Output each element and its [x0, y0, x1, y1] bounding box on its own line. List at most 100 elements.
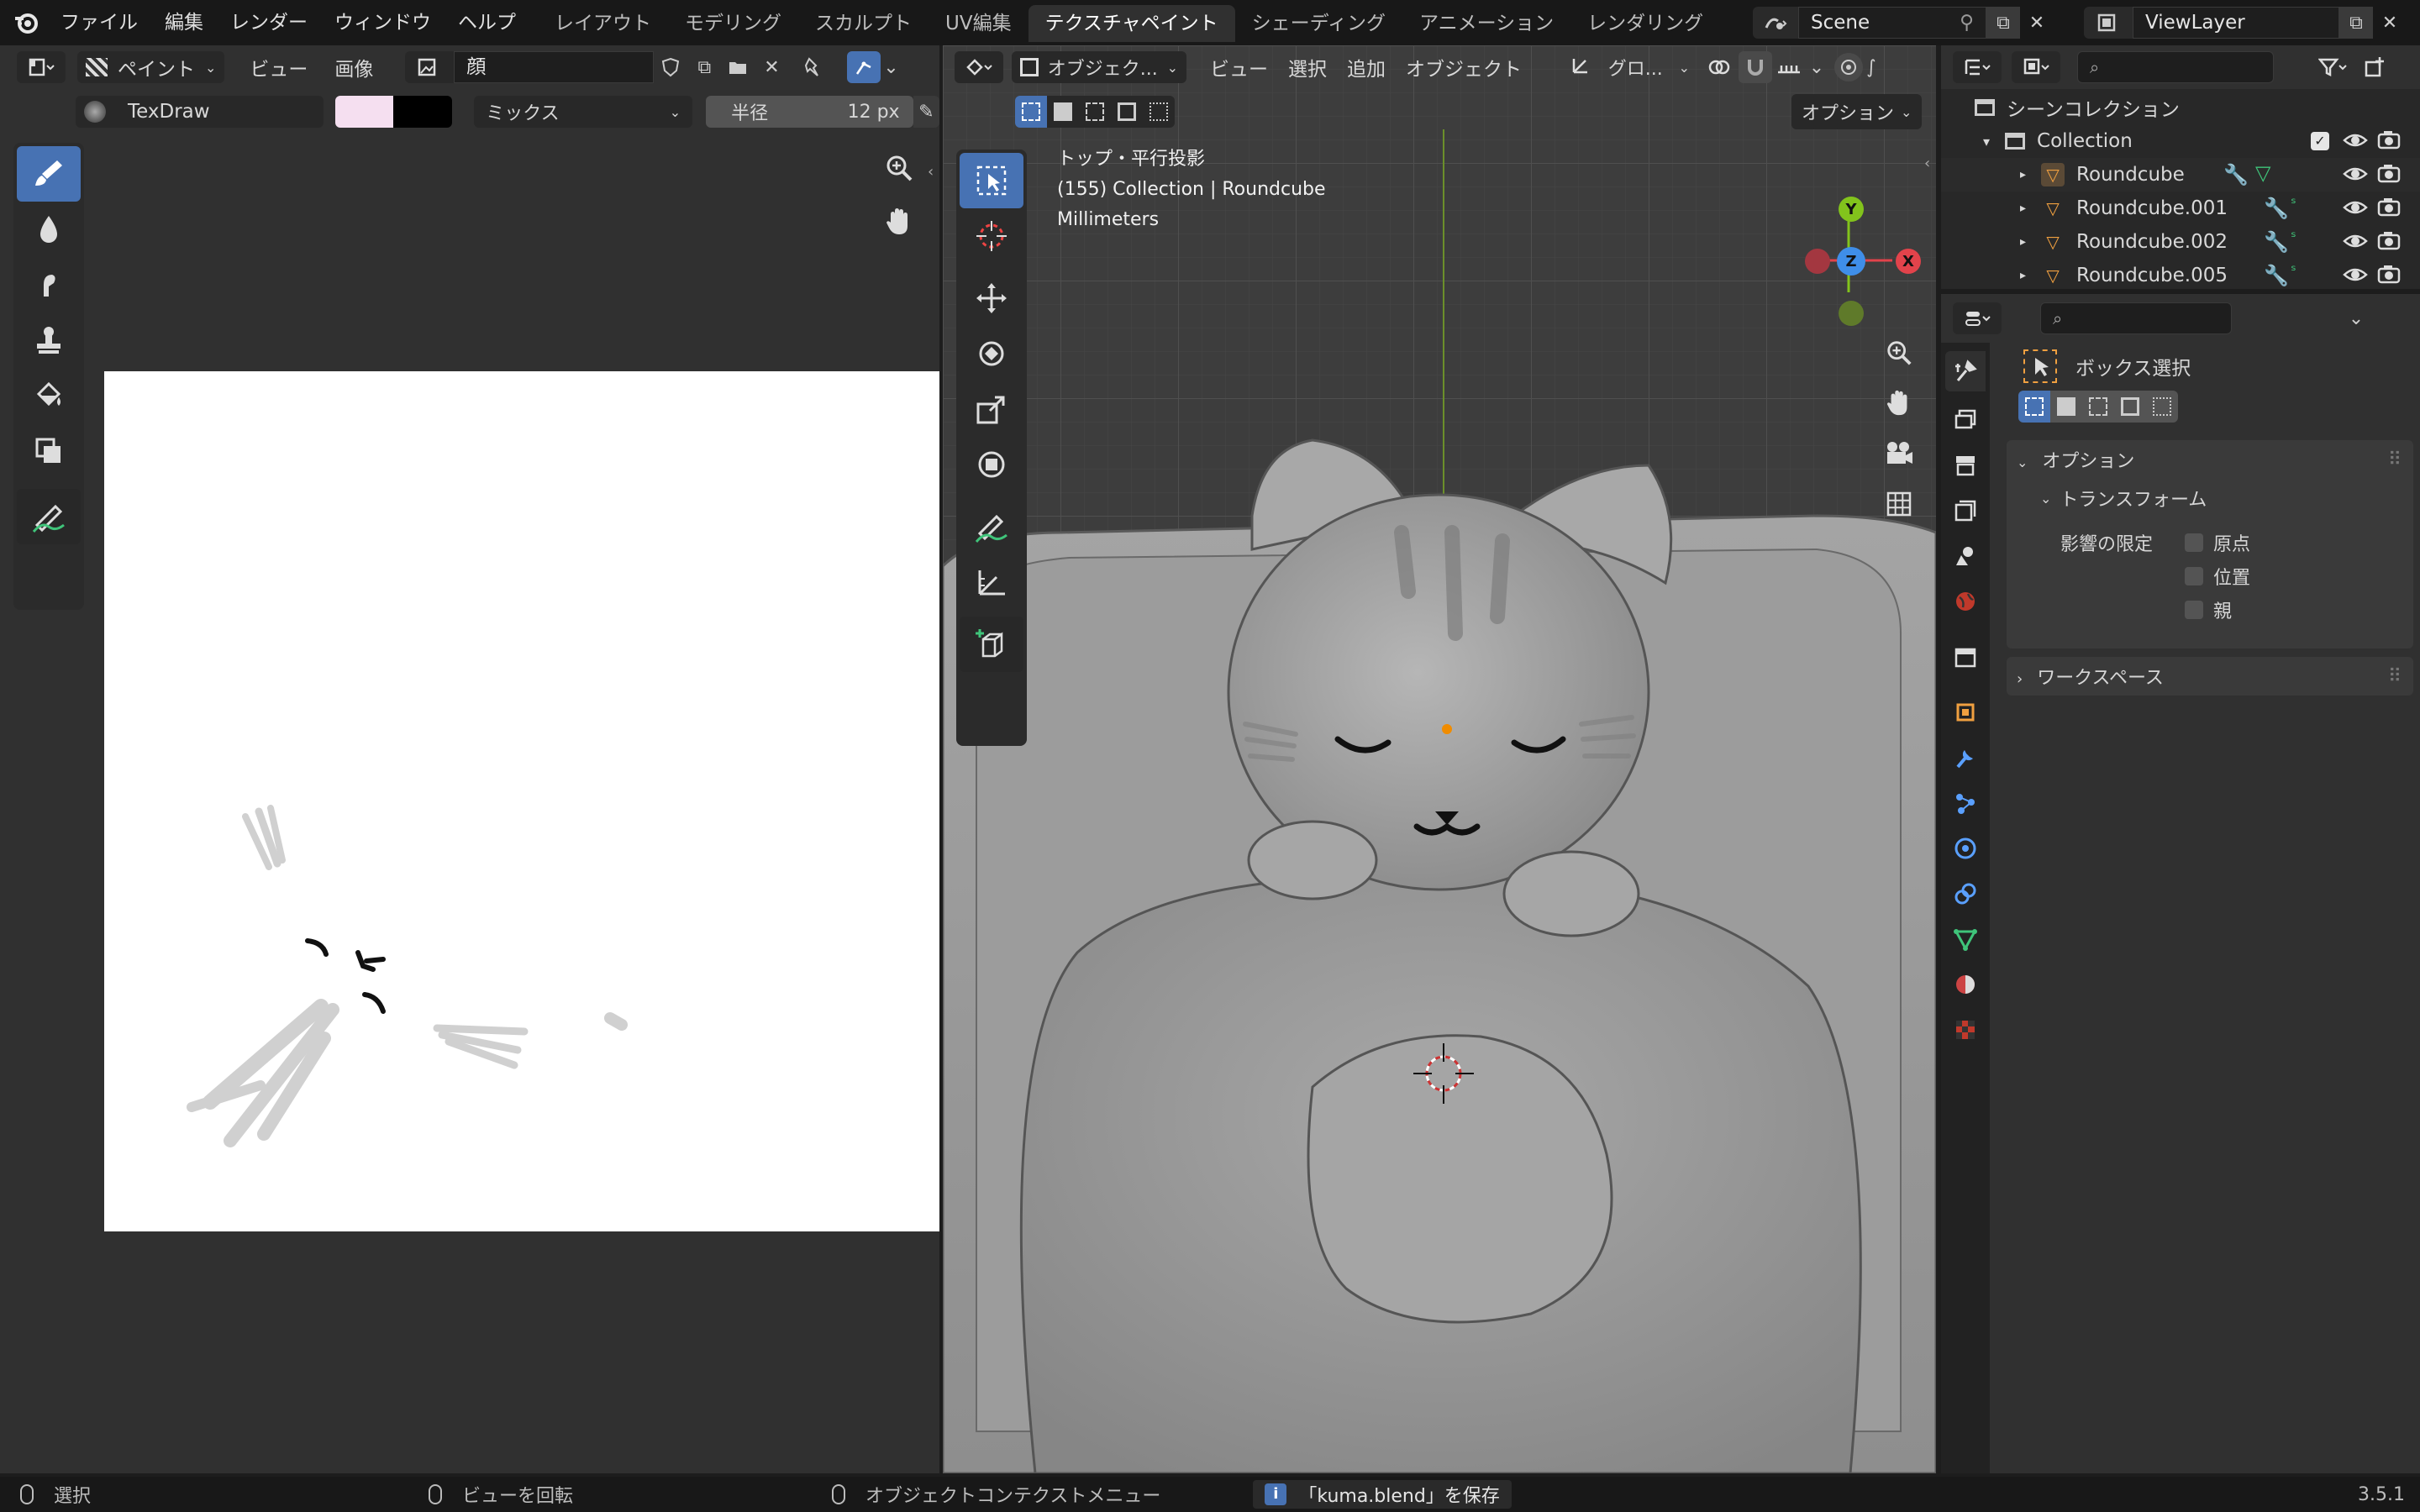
- modifier-wrench-icon[interactable]: 🔧: [2223, 163, 2249, 186]
- select-extend-icon[interactable]: [2050, 391, 2082, 423]
- eye-icon[interactable]: [2343, 228, 2368, 259]
- mask-tool-icon[interactable]: [17, 423, 81, 479]
- properties-editor-type-icon[interactable]: [1953, 302, 2002, 334]
- menu-render[interactable]: レンダー: [217, 0, 321, 45]
- radius-slider[interactable]: 半径 12 px: [706, 96, 913, 128]
- exclude-checkbox[interactable]: ✓: [2311, 132, 2329, 150]
- modifier-tab-icon[interactable]: [1945, 738, 1986, 778]
- tab-uv-editing[interactable]: UV編集: [929, 5, 1028, 42]
- tab-sculpt[interactable]: スカルプト: [798, 5, 929, 42]
- mesh-data-icon[interactable]: ˢ: [2291, 228, 2296, 246]
- select-intersect-icon[interactable]: [2146, 391, 2178, 423]
- pin-icon[interactable]: ⚲: [1960, 8, 1974, 38]
- mesh-data-icon[interactable]: ˢ: [2291, 262, 2296, 280]
- scene-browse-icon[interactable]: [1753, 7, 1798, 39]
- select-invert-icon[interactable]: [2114, 391, 2146, 423]
- menu-file[interactable]: ファイル: [47, 0, 151, 45]
- tool-tab-icon[interactable]: [1945, 351, 1986, 391]
- new-viewlayer-icon[interactable]: ⧉: [2339, 7, 2373, 39]
- new-collection-icon[interactable]: [2358, 51, 2391, 83]
- gizmo-x-axis[interactable]: X: [1896, 249, 1921, 274]
- camera-render-icon[interactable]: [2376, 161, 2402, 192]
- zoom-icon[interactable]: [881, 150, 918, 186]
- new-scene-icon[interactable]: ⧉: [1986, 7, 2020, 39]
- tab-texture-paint[interactable]: テクスチャペイント: [1028, 5, 1235, 42]
- tab-shading[interactable]: シェーディング: [1235, 5, 1402, 42]
- expand-arrow-icon[interactable]: ▸: [2020, 235, 2026, 249]
- outliner-object-row[interactable]: ▸ ▽ Roundcube.005 🔧 ˢ: [1941, 259, 2420, 292]
- collection-tab-icon[interactable]: [1945, 637, 1986, 677]
- eye-icon[interactable]: [2343, 262, 2368, 292]
- clone-tool-icon[interactable]: [17, 312, 81, 368]
- modifier-wrench-icon[interactable]: 🔧: [2264, 264, 2289, 287]
- view-layer-tab-icon[interactable]: [1945, 491, 1986, 531]
- select-subtract-icon[interactable]: [2082, 391, 2114, 423]
- menu-help[interactable]: ヘルプ: [445, 0, 529, 45]
- chevron-down-icon[interactable]: ⌄: [2339, 302, 2373, 334]
- menu-window[interactable]: ウィンドウ: [321, 0, 445, 45]
- scene-field[interactable]: Scene ⚲: [1798, 7, 1986, 39]
- image-name-field[interactable]: 顔: [454, 51, 655, 83]
- mesh-data-icon[interactable]: ▽: [2255, 161, 2270, 185]
- measure-tool-icon[interactable]: [960, 554, 1023, 610]
- display-mode-icon[interactable]: [2012, 51, 2060, 83]
- options-panel-header[interactable]: ⌄ オプション ⠿: [2007, 440, 2413, 479]
- modifier-wrench-icon[interactable]: 🔧: [2264, 230, 2289, 254]
- object-tab-icon[interactable]: [1945, 692, 1986, 732]
- status-report[interactable]: i 「kuma.blend」を保存: [1253, 1480, 1512, 1509]
- chevron-down-icon[interactable]: ⌄: [881, 51, 901, 83]
- cursor-tool-icon[interactable]: [960, 208, 1023, 264]
- outliner-object-row[interactable]: ▸ ▽ Roundcube 🔧 ▽: [1941, 158, 2420, 192]
- pressure-pen-icon[interactable]: ✎: [913, 96, 939, 128]
- particles-tab-icon[interactable]: [1945, 783, 1986, 823]
- tab-animation[interactable]: アニメーション: [1402, 5, 1570, 42]
- affect-origins-option[interactable]: 原点: [2185, 529, 2250, 556]
- scene-tab-icon[interactable]: [1945, 536, 1986, 576]
- editor-type-icon[interactable]: [17, 51, 66, 83]
- physics-tab-icon[interactable]: [1945, 828, 1986, 869]
- pan-hand-icon[interactable]: [1881, 385, 1918, 422]
- affect-origins-checkbox[interactable]: [2185, 533, 2203, 552]
- eye-icon[interactable]: [2343, 161, 2368, 192]
- expand-arrow-icon[interactable]: ▸: [2020, 269, 2026, 282]
- scene-collection-row[interactable]: シーンコレクション: [1941, 91, 2420, 124]
- camera-render-icon[interactable]: [2376, 262, 2402, 292]
- affect-locations-option[interactable]: 位置: [2185, 563, 2250, 590]
- camera-render-icon[interactable]: [2376, 195, 2402, 225]
- collapse-arrow-icon[interactable]: ▾: [1983, 134, 1990, 150]
- mesh-data-icon[interactable]: ˢ: [2291, 195, 2296, 213]
- expand-arrow-icon[interactable]: ▸: [2020, 168, 2026, 181]
- modifier-wrench-icon[interactable]: 🔧: [2264, 197, 2289, 220]
- filter-icon[interactable]: [2307, 51, 2358, 83]
- material-tab-icon[interactable]: [1945, 964, 1986, 1005]
- fill-tool-icon[interactable]: [17, 368, 81, 423]
- affect-parents-checkbox[interactable]: [2185, 601, 2203, 619]
- camera-render-icon[interactable]: [2376, 228, 2402, 259]
- uv-sync-icon[interactable]: [847, 51, 881, 83]
- select-new-icon[interactable]: [2018, 391, 2050, 423]
- transform-tool-icon[interactable]: [960, 437, 1023, 492]
- camera-view-icon[interactable]: [1881, 435, 1918, 472]
- texture-canvas[interactable]: [104, 371, 939, 1231]
- annotate-tool-icon[interactable]: [960, 499, 1023, 554]
- properties-search-input[interactable]: ⌕: [2040, 302, 2232, 334]
- tab-modeling[interactable]: モデリング: [668, 5, 798, 42]
- delete-viewlayer-icon[interactable]: ✕: [2373, 7, 2407, 39]
- gizmo-neg-x-axis[interactable]: [1805, 249, 1830, 274]
- outliner-search-input[interactable]: ⌕: [2077, 51, 2274, 83]
- delete-scene-icon[interactable]: ✕: [2020, 7, 2054, 39]
- gizmo-y-axis[interactable]: Y: [1839, 197, 1864, 222]
- blender-logo-icon[interactable]: [12, 8, 40, 42]
- menu-image[interactable]: 画像: [324, 53, 383, 81]
- expand-arrow-icon[interactable]: ▸: [2020, 202, 2026, 215]
- chevron-left-icon[interactable]: ‹: [928, 163, 934, 181]
- viewlayer-browse-icon[interactable]: [2084, 7, 2133, 39]
- secondary-color-swatch[interactable]: [392, 96, 453, 128]
- affect-locations-checkbox[interactable]: [2185, 567, 2203, 585]
- texture-tab-icon[interactable]: [1945, 1010, 1986, 1050]
- drag-handle-icon[interactable]: ⠿: [2388, 449, 2402, 470]
- mode-select[interactable]: ペイント ⌄: [77, 51, 225, 83]
- outliner-editor-type-icon[interactable]: [1953, 51, 2002, 83]
- collection-row[interactable]: ▾ Collection ✓: [1941, 124, 2420, 158]
- tab-layout[interactable]: レイアウト: [538, 5, 668, 42]
